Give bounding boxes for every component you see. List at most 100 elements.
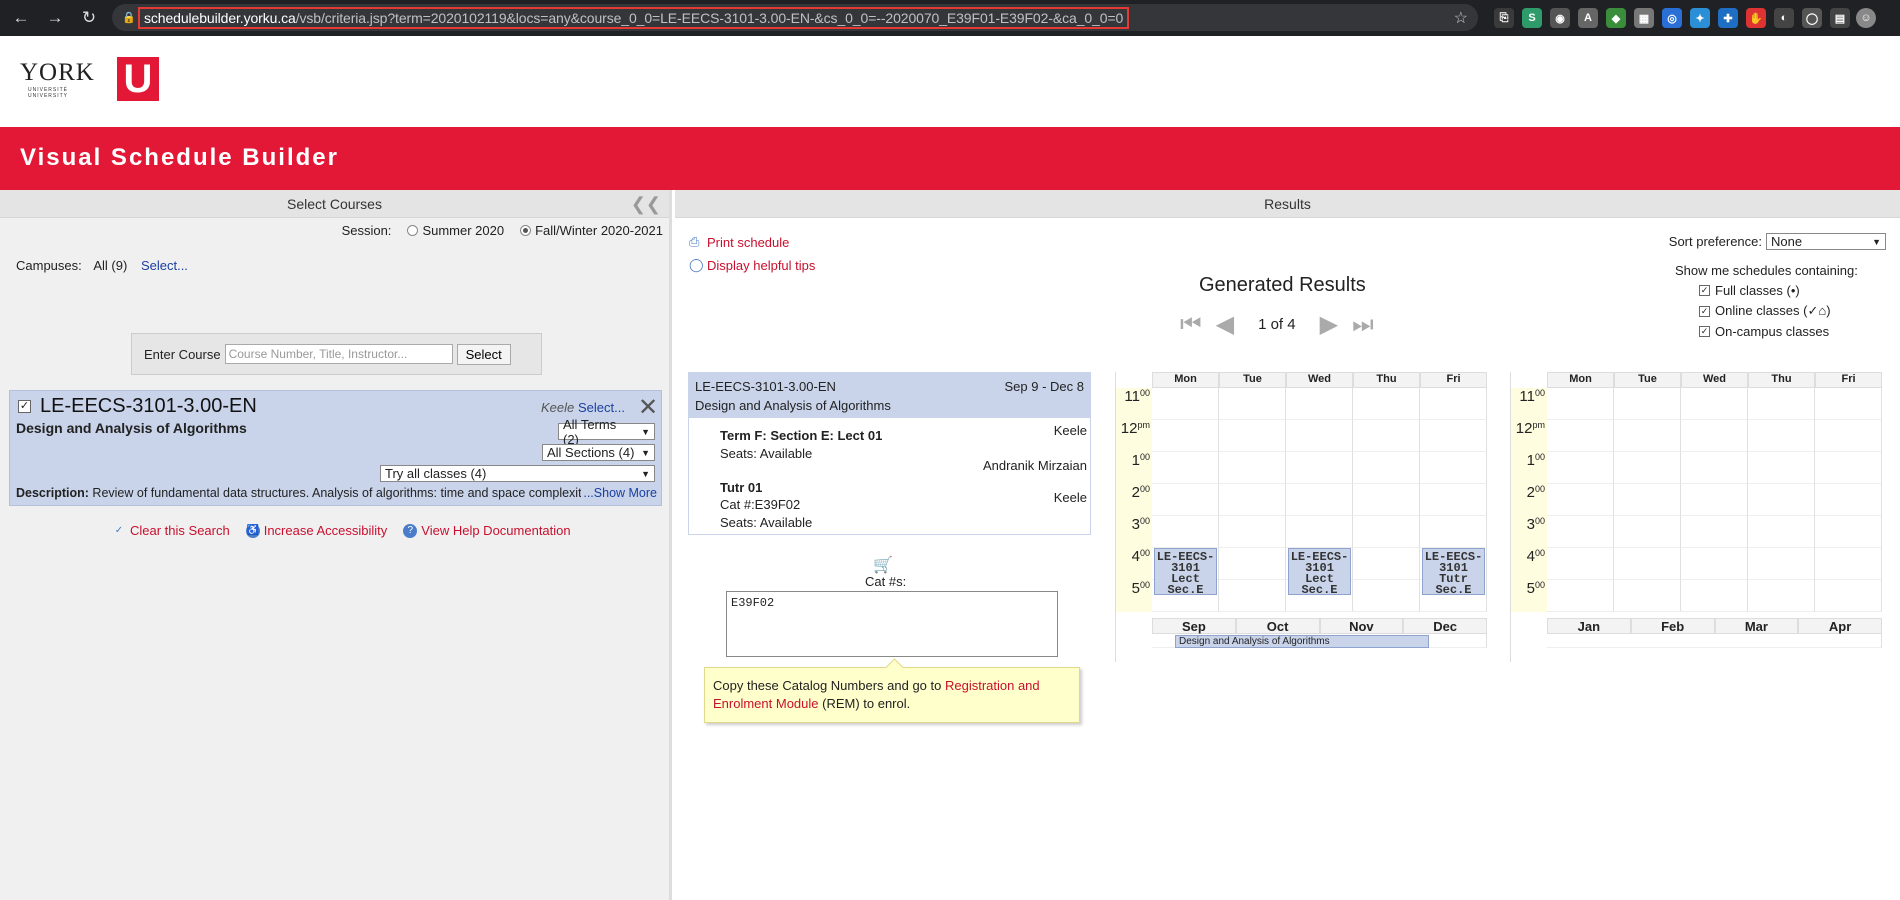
fall-class-block[interactable]: LE-EECS- 3101 Lect Sec.E xyxy=(1154,548,1217,596)
reload-icon[interactable]: ↻ xyxy=(76,5,102,31)
oncampus-classes-filter[interactable]: ✓ On-campus classes xyxy=(1699,324,1858,339)
description-text: Review of fundamental data structures. A… xyxy=(92,486,588,500)
next-page-icon[interactable]: ▶ xyxy=(1320,310,1338,339)
tutorial-campus: Keele xyxy=(1053,490,1087,505)
winter-grid-cell xyxy=(1681,420,1748,452)
hour-number: 5 xyxy=(1131,580,1140,597)
sort-value: None xyxy=(1771,234,1803,249)
remove-course-close-icon[interactable]: ✕ xyxy=(638,393,658,422)
course-campus-select-link[interactable]: Select... xyxy=(578,400,625,415)
profile-avatar-icon[interactable]: ☺ xyxy=(1856,8,1876,28)
fallwinter-radio[interactable] xyxy=(520,225,532,236)
hour-number: 4 xyxy=(1526,548,1535,565)
catalog-numbers-textarea[interactable]: E39F02 xyxy=(726,591,1058,657)
bookmark-star-icon[interactable]: ☆ xyxy=(1454,8,1468,28)
fall-hour-label: 300 xyxy=(1116,516,1152,548)
hour-suffix: 00 xyxy=(1534,452,1545,462)
fall-class-block[interactable]: LE-EECS- 3101 Tutr Sec.E xyxy=(1422,548,1485,596)
extension-icon[interactable]: ✋ xyxy=(1746,8,1766,28)
winter-day-header: Thu xyxy=(1748,372,1815,388)
hour-suffix: 00 xyxy=(1534,484,1545,494)
forward-icon[interactable]: → xyxy=(42,5,68,31)
url-text[interactable]: schedulebuilder.yorku.ca/vsb/criteria.js… xyxy=(138,6,1130,29)
classes-dropdown[interactable]: Try all classes (4) ▼ xyxy=(380,465,655,482)
previous-page-icon[interactable]: ◀ xyxy=(1216,310,1234,339)
hour-suffix: 00 xyxy=(1139,548,1150,558)
fall-grid-cell xyxy=(1152,516,1219,548)
winter-grid-cell xyxy=(1547,548,1614,580)
online-classes-filter[interactable]: ✓ Online classes (✓⌂) xyxy=(1699,303,1858,319)
print-schedule-link[interactable]: ⎙ Print schedule xyxy=(689,234,789,250)
course-search-input[interactable] xyxy=(224,344,453,364)
fall-grid-cell xyxy=(1219,484,1286,516)
enter-course-label: Enter Course xyxy=(144,346,221,362)
broom-icon: ✓ xyxy=(114,524,124,536)
fall-grid-cell xyxy=(1353,580,1420,612)
online-classes-checkbox[interactable]: ✓ xyxy=(1699,305,1710,317)
winter-grid-cell xyxy=(1681,516,1748,548)
left-action-links: ✓ Clear this Search ♿ Increase Accessibili… xyxy=(112,523,571,538)
extension-icon[interactable]: ◉ xyxy=(1550,8,1570,28)
course-campus: Keele xyxy=(541,400,575,415)
select-course-button[interactable]: Select xyxy=(456,343,511,365)
sections-dropdown[interactable]: All Sections (4) ▼ xyxy=(542,444,655,461)
oncampus-classes-checkbox[interactable]: ✓ xyxy=(1699,326,1710,337)
address-bar[interactable]: 🔒 schedulebuilder.yorku.ca/vsb/criteria.… xyxy=(112,4,1478,31)
fall-grid-cell xyxy=(1152,420,1219,452)
summer-radio[interactable] xyxy=(407,225,419,236)
extension-icon[interactable]: ◐ xyxy=(1774,8,1794,28)
extension-icon[interactable]: ✚ xyxy=(1718,8,1738,28)
collapse-panel-icon[interactable]: ❮❮ xyxy=(631,190,661,218)
logo-wordmark: YORK xyxy=(20,59,95,86)
show-more-link[interactable]: ...Show More xyxy=(581,486,657,500)
hour-number: 12 xyxy=(1515,420,1533,437)
fall-grid-cell xyxy=(1219,516,1286,548)
campuses-select-link[interactable]: Select... xyxy=(141,258,188,273)
first-page-icon[interactable]: ⏮ xyxy=(1180,311,1202,339)
winter-grid-cell xyxy=(1681,548,1748,580)
extension-icon[interactable]: A xyxy=(1578,8,1598,28)
result-card-header: LE-EECS-3101-3.00-EN Design and Analysis… xyxy=(689,373,1090,418)
extension-icon[interactable]: ◎ xyxy=(1662,8,1682,28)
full-classes-checkbox[interactable]: ✓ xyxy=(1699,285,1710,296)
fall-grid-cell xyxy=(1353,484,1420,516)
winter-grid-cell xyxy=(1681,388,1748,420)
fall-grid-cell xyxy=(1286,388,1353,420)
fall-grid-cell xyxy=(1152,388,1219,420)
clear-search-link[interactable]: ✓ Clear this Search xyxy=(112,523,230,538)
helpful-tips-link[interactable]: ◯ Display helpful tips xyxy=(689,257,815,273)
hour-number: 2 xyxy=(1526,484,1535,501)
summer-label[interactable]: Summer 2020 xyxy=(422,223,504,238)
extension-icon[interactable]: ⎘ xyxy=(1494,8,1514,28)
sort-dropdown[interactable]: None ▼ xyxy=(1766,233,1886,250)
course-card: ✓ LE-EECS-3101-3.00-EN Design and Analys… xyxy=(9,390,662,506)
extension-icon[interactable]: ✦ xyxy=(1690,8,1710,28)
extension-s-icon[interactable]: S xyxy=(1522,8,1542,28)
fall-class-block[interactable]: LE-EECS- 3101 Lect Sec.E xyxy=(1288,548,1351,596)
help-documentation-link[interactable]: ? View Help Documentation xyxy=(403,523,571,538)
extension-icon[interactable]: ◆ xyxy=(1606,8,1626,28)
fall-grid-cell xyxy=(1219,548,1286,580)
extension-icon[interactable]: ▦ xyxy=(1634,8,1654,28)
winter-calendar: Mon Tue Wed Thu Fri 1100 12pm 100 200 300 400 500 Ja… xyxy=(1510,372,1886,662)
york-logo[interactable]: YORK UNIVERSITÉ UNIVERSITY U xyxy=(20,55,165,105)
fall-month-header: Dec xyxy=(1403,618,1487,634)
back-icon[interactable]: ← xyxy=(8,5,34,31)
browser-toolbar: ← → ↻ 🔒 schedulebuilder.yorku.ca/vsb/cri… xyxy=(0,0,1900,36)
clear-search-label: Clear this Search xyxy=(130,523,230,538)
sections-value: All Sections (4) xyxy=(547,445,635,460)
tutorial-section-name: Tutr 01 xyxy=(720,480,763,495)
fall-grid-cell xyxy=(1353,388,1420,420)
fall-grid-cell xyxy=(1420,516,1487,548)
fallwinter-label[interactable]: Fall/Winter 2020-2021 xyxy=(535,223,663,238)
increase-accessibility-link[interactable]: ♿ Increase Accessibility xyxy=(245,523,387,538)
course-enabled-checkbox[interactable]: ✓ xyxy=(18,400,31,413)
tips-label: Display helpful tips xyxy=(707,257,816,273)
terms-dropdown[interactable]: All Terms (2) ▼ xyxy=(558,417,655,447)
extension-icon[interactable]: ▤ xyxy=(1830,8,1850,28)
sort-label: Sort preference: xyxy=(1668,234,1762,249)
full-classes-filter[interactable]: ✓ Full classes (•) xyxy=(1699,283,1858,298)
last-page-icon[interactable]: ⏭ xyxy=(1352,311,1374,339)
extension-icon[interactable]: ◯ xyxy=(1802,8,1822,28)
fall-grid-cell xyxy=(1286,516,1353,548)
